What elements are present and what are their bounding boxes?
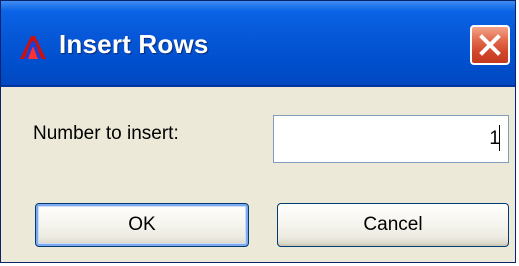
close-icon bbox=[479, 34, 501, 56]
title-bar[interactable]: Insert Rows bbox=[1, 1, 515, 87]
window-title: Insert Rows bbox=[59, 29, 209, 59]
ok-button[interactable]: OK bbox=[35, 203, 249, 247]
insert-rows-dialog: Insert Rows Number to insert: OK Cancel bbox=[0, 0, 516, 263]
number-to-insert-input[interactable] bbox=[273, 115, 509, 163]
cancel-button[interactable]: Cancel bbox=[277, 203, 509, 247]
number-to-insert-label: Number to insert: bbox=[33, 123, 179, 144]
close-button[interactable] bbox=[470, 25, 510, 65]
text-caret bbox=[499, 125, 500, 151]
app-logo-icon bbox=[19, 33, 47, 61]
dialog-body: Number to insert: OK Cancel bbox=[1, 87, 515, 262]
